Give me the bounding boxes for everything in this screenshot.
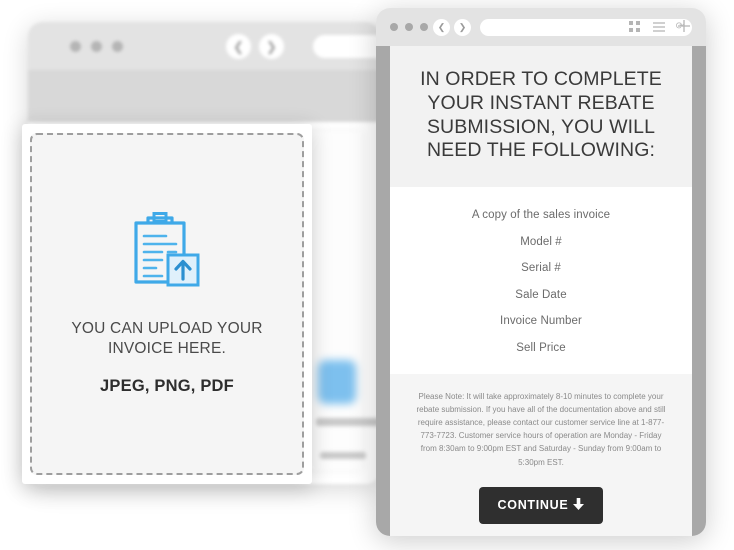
chevron-right-icon[interactable]: ❯ (454, 19, 471, 36)
upload-dropzone[interactable]: YOU CAN UPLOAD YOUR INVOICE HERE. JPEG, … (30, 133, 304, 475)
rebate-content-column: IN ORDER TO COMPLETE YOUR INSTANT REBATE… (390, 46, 692, 536)
traffic-light-red-icon (70, 41, 81, 52)
list-item: Model # (520, 235, 562, 248)
arrow-down-icon (573, 497, 585, 513)
background-nav-buttons: ❮ ❯ (226, 34, 284, 59)
traffic-light-green-icon[interactable] (420, 23, 428, 31)
background-placeholder-line (316, 418, 380, 426)
traffic-light-yellow-icon[interactable] (405, 23, 413, 31)
please-note-section: Please Note: It will take approximately … (390, 373, 692, 536)
screenshot-stage: ❮ ❯ YOU CAN UPLOAD YOUR INVOICE HERE. JP… (0, 0, 734, 550)
please-note-text: Please Note: It will take approximately … (416, 391, 666, 467)
browser-nav-buttons: ❮ ❯ (433, 19, 471, 36)
plus-icon[interactable] (678, 19, 690, 37)
list-item: Serial # (521, 262, 561, 275)
upload-invoice-card[interactable]: YOU CAN UPLOAD YOUR INVOICE HERE. JPEG, … (22, 124, 312, 484)
continue-button-wrapper: CONTINUE (414, 486, 668, 524)
background-traffic-lights (70, 41, 123, 52)
list-item: A copy of the sales invoice (471, 209, 611, 222)
list-item: Invoice Number (500, 315, 582, 328)
background-browser-chrome: ❮ ❯ (28, 22, 380, 70)
hero-section: IN ORDER TO COMPLETE YOUR INSTANT REBATE… (390, 46, 692, 188)
background-placeholder-line (320, 452, 366, 459)
list-item: Sale Date (515, 288, 567, 301)
browser-toolbar-icons (629, 19, 690, 37)
browser-page-area: IN ORDER TO COMPLETE YOUR INSTANT REBATE… (376, 46, 706, 536)
page-title: IN ORDER TO COMPLETE YOUR INSTANT REBATE… (420, 68, 662, 162)
background-address-bar (313, 35, 380, 58)
rebate-browser-window: ❮ ❯ ⟳ (376, 8, 706, 536)
background-blue-graphic (318, 360, 356, 404)
continue-button-label: CONTINUE (497, 498, 569, 513)
chevron-left-icon[interactable]: ❮ (433, 19, 450, 36)
browser-chrome-toolbar: ❮ ❯ ⟳ (376, 8, 706, 46)
continue-button[interactable]: CONTINUE (478, 486, 604, 524)
traffic-light-yellow-icon (91, 41, 102, 52)
background-page-header (28, 70, 380, 122)
clipboard-upload-icon (128, 212, 206, 297)
upload-card-title: YOU CAN UPLOAD YOUR INVOICE HERE. (71, 320, 263, 357)
chevron-left-icon: ❮ (226, 34, 251, 59)
requirements-list: A copy of the sales invoice Model # Seri… (390, 187, 692, 374)
list-item: Sell Price (516, 341, 566, 354)
chevron-right-icon: ❯ (259, 34, 284, 59)
grid-view-icon[interactable] (629, 19, 640, 37)
hamburger-menu-icon[interactable] (653, 19, 665, 37)
upload-accepted-formats: JPEG, PNG, PDF (100, 376, 234, 395)
traffic-lights (390, 23, 428, 31)
traffic-light-red-icon[interactable] (390, 23, 398, 31)
traffic-light-green-icon (112, 41, 123, 52)
